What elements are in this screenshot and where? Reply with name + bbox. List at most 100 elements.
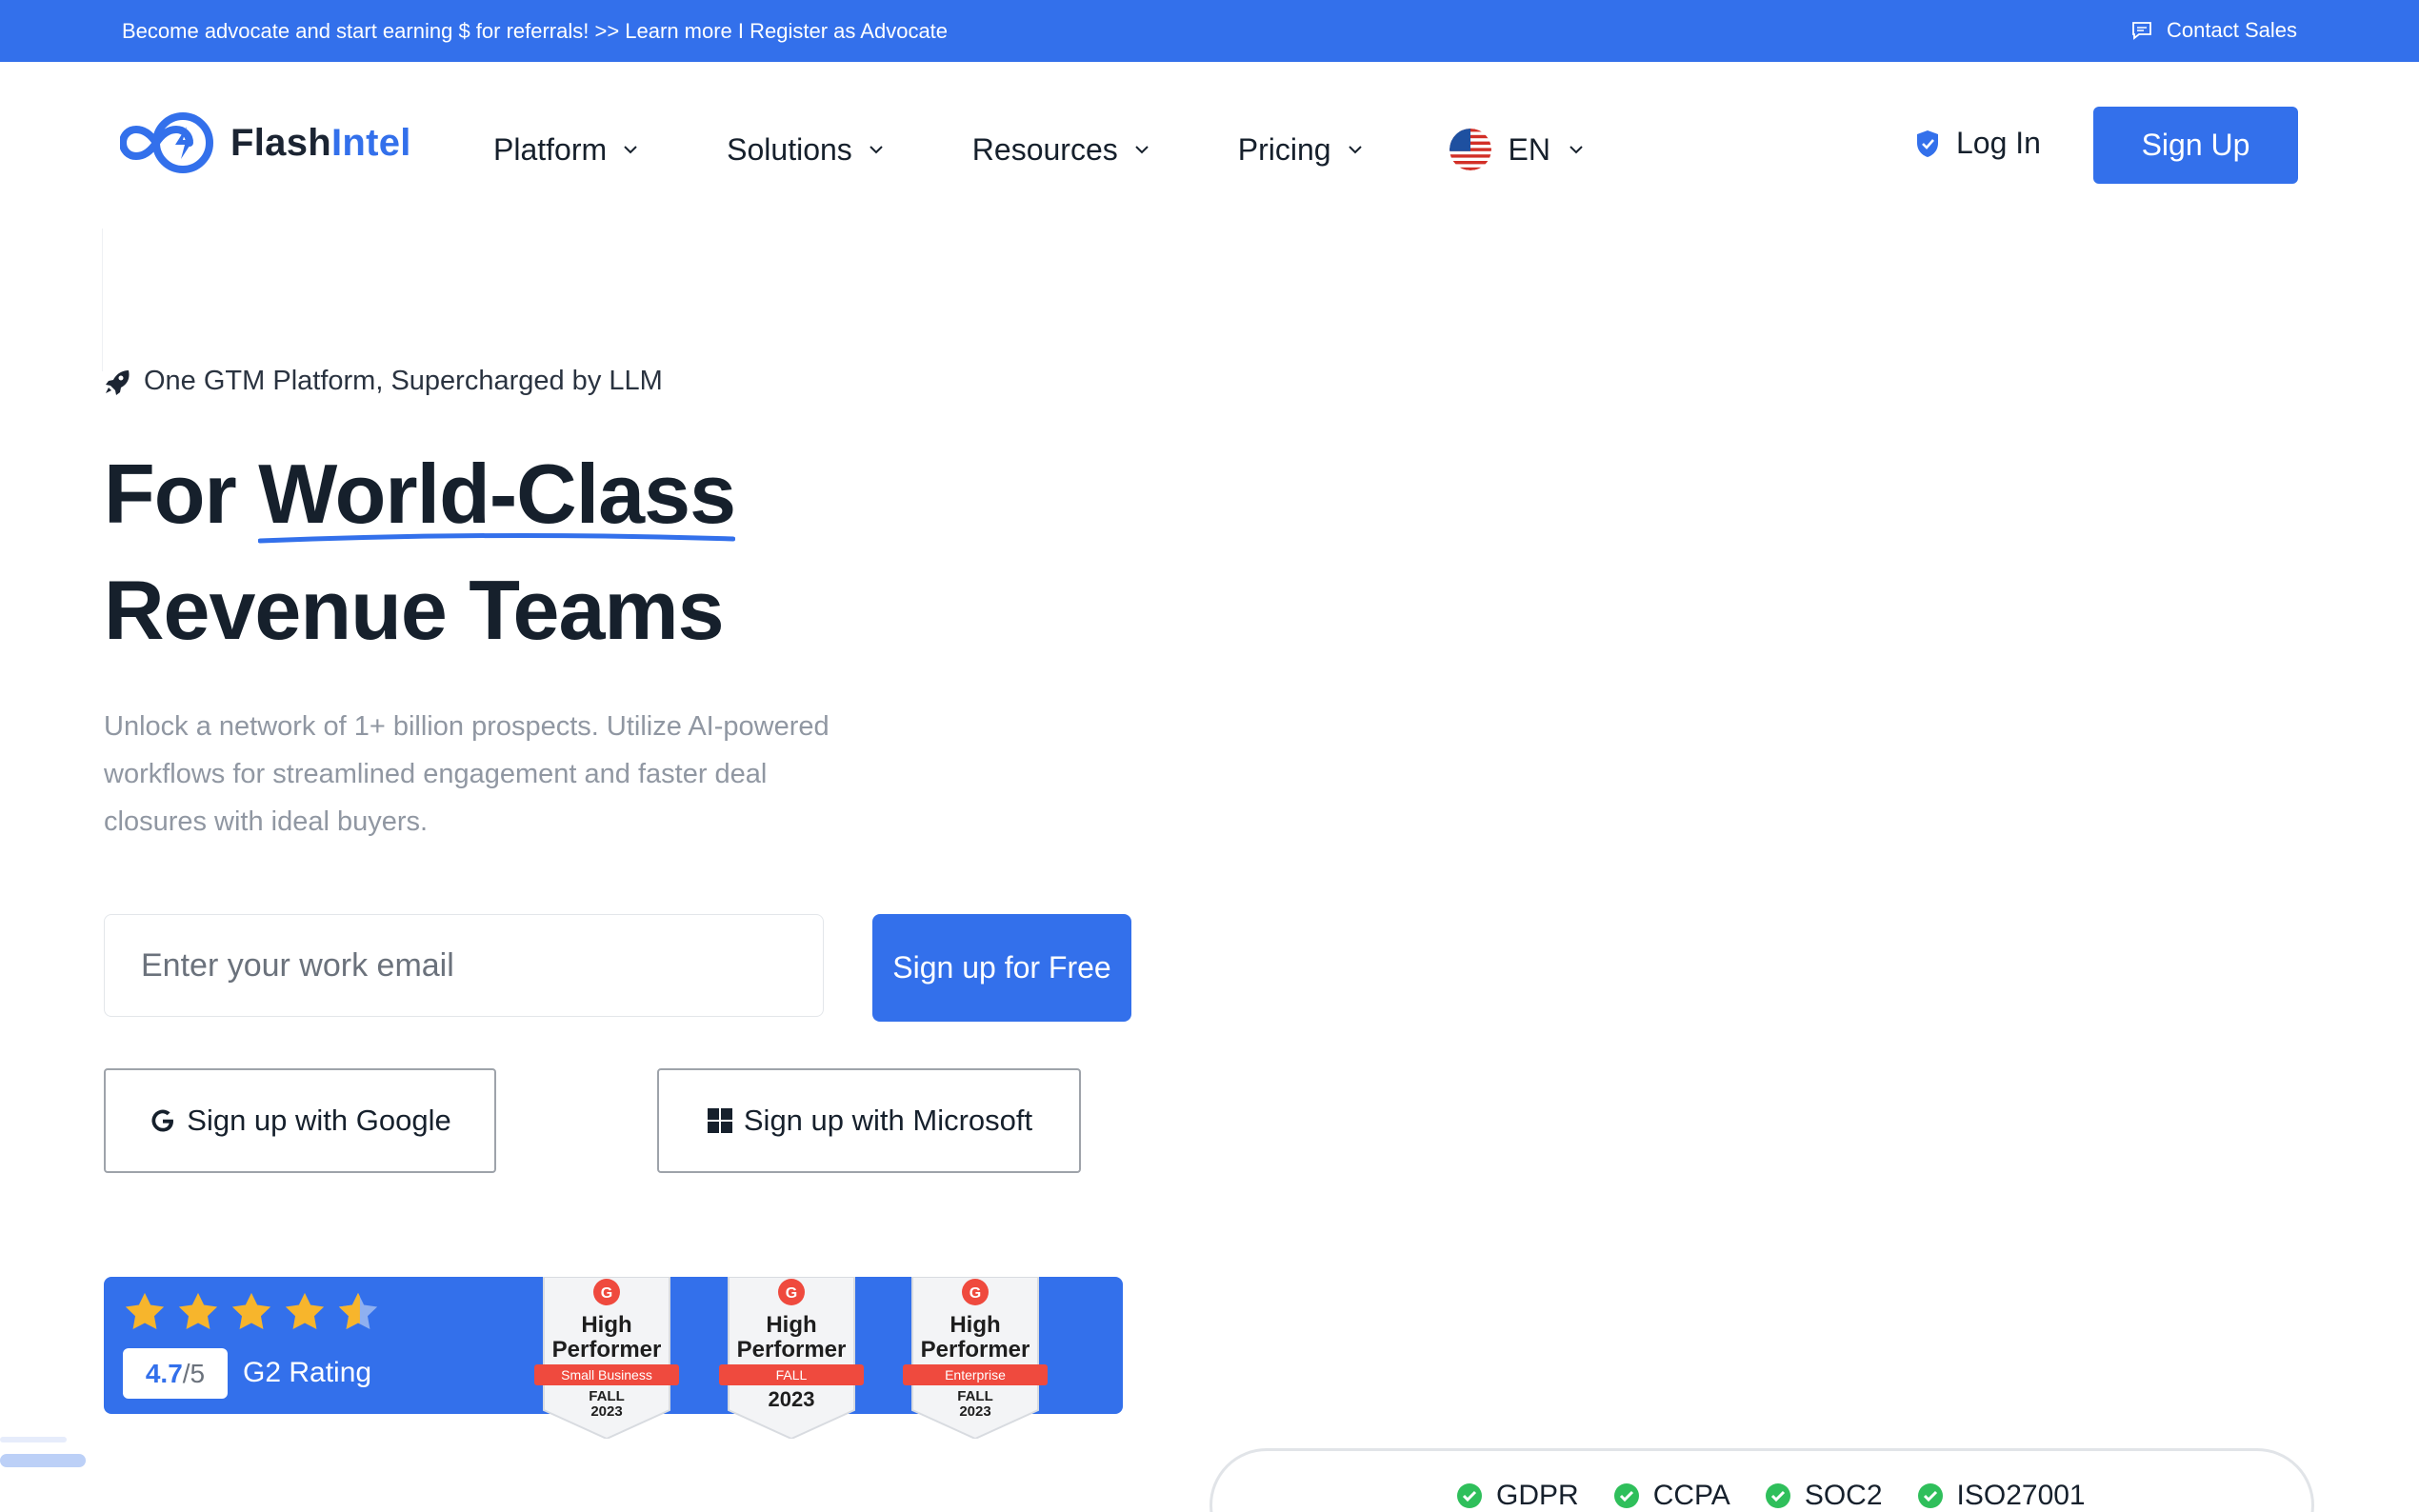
contact-sales-label: Contact Sales [2167,18,2297,42]
chevron-down-icon [1135,146,1149,154]
star-icon [125,1292,165,1330]
nav-pricing[interactable]: Pricing [1238,132,1364,168]
compliance-bar: GDPR CCPA SOC2 ISO27001 [1210,1448,2314,1512]
chevron-down-icon [624,146,637,154]
badge-season-line-2: 2023 [959,1403,991,1420]
half-star-icon [338,1292,378,1330]
flashintel-logo[interactable]: FlashIntel [120,111,411,174]
badge-season: FALL 2023 [540,1389,673,1420]
compliance-gdpr: GDPR [1456,1480,1579,1512]
g2-badge-fall: G High Performer FALL 2023 [719,1277,864,1439]
compliance-iso27001: ISO27001 [1917,1480,2086,1512]
microsoft-label: Sign up with Microsoft [743,1104,1033,1137]
badge-title-line-1: High [581,1312,632,1338]
compliance-label: CCPA [1652,1480,1730,1511]
login-label: Log In [1956,126,2041,160]
badge-title-line-1: High [766,1312,817,1338]
badge-title-line-2: Performer [920,1337,1030,1363]
side-widget-tab[interactable] [0,1433,86,1471]
nav-platform-label: Platform [493,131,608,167]
badge-title: High Performer [725,1313,858,1363]
compliance-label: GDPR [1496,1480,1579,1511]
badge-title-line-1: High [950,1312,1001,1338]
badge-ribbon: Small Business [534,1364,679,1385]
language-label: EN [1508,131,1550,167]
advocate-promo-link[interactable]: Become advocate and start earning $ for … [122,19,948,44]
badge-ribbon: FALL [719,1364,864,1385]
compliance-list: GDPR CCPA SOC2 ISO27001 [1456,1480,2086,1512]
signup-google-button[interactable]: Sign up with Google [104,1068,496,1173]
chat-icon [2132,22,2151,40]
compliance-soc2: SOC2 [1765,1480,1883,1512]
compliance-label: ISO27001 [1956,1480,2086,1511]
star-icon [231,1292,271,1330]
svg-text:G: G [970,1285,981,1302]
badge-season: 2023 [768,1387,815,1411]
rating-out-of: /5 [182,1358,206,1388]
language-selector[interactable]: EN [1449,129,1585,170]
google-label: Sign up with Google [187,1104,451,1137]
g2-badge-enterprise: G High Performer Enterprise FALL 2023 [903,1277,1048,1439]
badge-title: High Performer [909,1313,1042,1363]
hero-headline: For World-Class Revenue Teams [104,436,736,668]
headline-prefix: For [104,447,259,541]
logo-wordmark: FlashIntel [230,122,411,165]
g2-rating-banner: 4.7/5 G2 Rating G High Performer Small Bu… [104,1277,1123,1439]
google-icon [151,1109,174,1132]
nav-resources[interactable]: Resources [972,132,1150,168]
logo-word-intel: Intel [330,121,411,164]
headline-highlight: World-Class [258,436,736,552]
login-link[interactable]: Log In [1914,126,2041,161]
svg-text:G: G [601,1285,612,1302]
us-flag-icon [1449,129,1491,170]
badge-title-line-2: Performer [551,1337,662,1363]
rating-score: 4.7/5 [123,1348,228,1399]
contact-sales-link[interactable]: Contact Sales [2130,18,2297,43]
check-circle-icon [1457,1483,1482,1508]
headline-line-1: For World-Class [104,436,736,552]
nav-menu: Platform Solutions Resources Pricing EN [493,129,1585,170]
work-email-input[interactable] [104,914,824,1017]
check-circle-icon [1917,1483,1943,1508]
badge-season-line-2: 2023 [590,1403,623,1420]
shield-check-icon [1917,129,1938,157]
check-circle-icon [1613,1483,1639,1508]
chevron-down-icon [1348,146,1362,154]
underline-swoosh [258,532,736,544]
logo-word-flash: Flash [230,121,331,164]
main-navigation: FlashIntel Platform Solutions Resources … [0,62,2419,229]
signup-microsoft-button[interactable]: Sign up with Microsoft [657,1068,1081,1173]
compliance-label: SOC2 [1804,1480,1883,1511]
hero-description: Unlock a network of 1+ billion prospects… [104,711,830,837]
star-icon [285,1292,325,1330]
infinity-logo-icon [120,112,213,173]
badge-title-line-2: Performer [736,1337,847,1363]
badge-season-line-1: FALL [957,1388,993,1404]
compliance-ccpa: CCPA [1613,1480,1730,1512]
signup-button[interactable]: Sign Up [2093,107,2298,184]
check-circle-icon [1765,1483,1790,1508]
badge-season: FALL 2023 [909,1389,1042,1420]
headline-highlight-text: World-Class [258,447,736,541]
nav-solutions[interactable]: Solutions [727,132,885,168]
badge-ribbon: Enterprise [903,1364,1048,1385]
hero-tagline: One GTM Platform, Supercharged by LLM [104,366,663,397]
chevron-down-icon [870,146,883,154]
svg-text:G: G [786,1285,797,1302]
star-rating [123,1290,380,1334]
rating-value: 4.7 [145,1358,183,1388]
nav-resources-label: Resources [971,131,1118,167]
star-icon [178,1292,218,1330]
badge-title: High Performer [540,1313,673,1363]
chevron-down-icon [1569,146,1583,154]
signup-free-button[interactable]: Sign up for Free [872,914,1131,1022]
headline-line-2: Revenue Teams [104,563,725,657]
g2-rating-label: G2 Rating [243,1357,372,1388]
microsoft-icon [707,1108,732,1133]
announcement-bar: Become advocate and start earning $ for … [0,0,2419,62]
badge-season-line-1: FALL [589,1388,625,1404]
tagline-text: One GTM Platform, Supercharged by LLM [144,366,663,396]
g2-badge-small-business: G High Performer Small Business FALL 2023 [534,1277,679,1439]
nav-platform[interactable]: Platform [493,132,639,168]
divider [102,229,103,371]
